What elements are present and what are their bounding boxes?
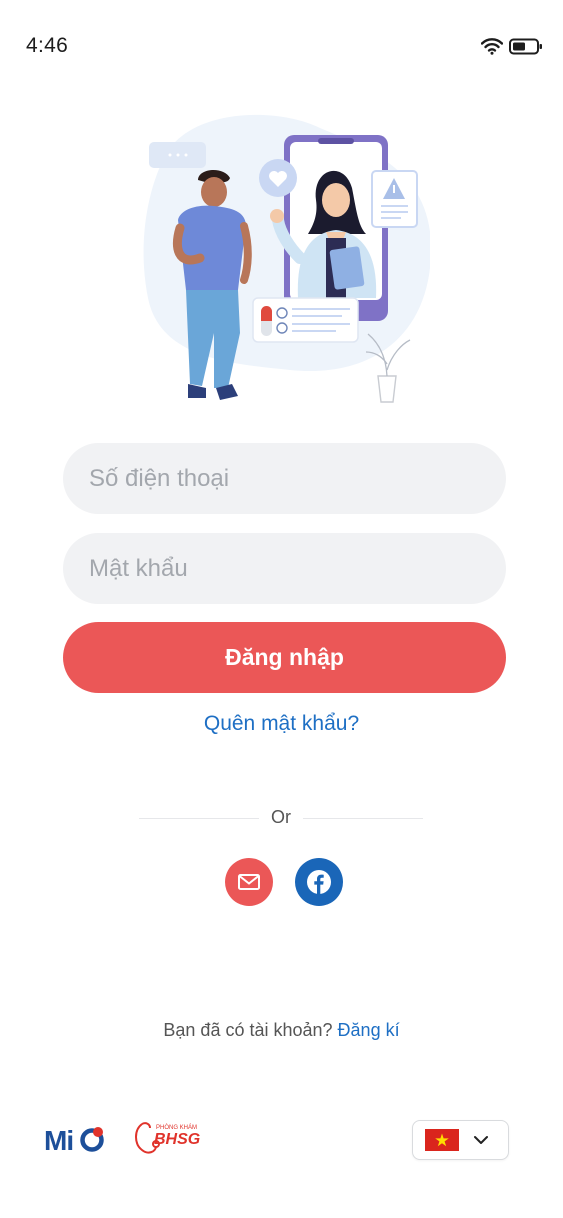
divider-left-line — [139, 818, 259, 819]
forgot-password-link[interactable]: Quên mật khẩu? — [0, 712, 563, 736]
svg-text:Mi: Mi — [44, 1125, 73, 1156]
clipboard — [329, 246, 365, 290]
language-select[interactable] — [412, 1120, 509, 1160]
svg-text:BHSG: BHSG — [154, 1131, 200, 1148]
signup-prompt: Bạn đã có tài khoản? — [163, 1020, 338, 1040]
mio-logo: Mi — [44, 1125, 104, 1156]
signup-row: Bạn đã có tài khoản? Đăng kí — [0, 1020, 563, 1041]
divider-or-label: Or — [271, 807, 291, 827]
battery-icon — [509, 38, 542, 55]
status-time: 4:46 — [26, 34, 69, 57]
facebook-login-button[interactable] — [295, 858, 343, 906]
plant-pot — [377, 375, 397, 403]
password-input[interactable] — [63, 533, 506, 604]
divider-right-line — [303, 818, 423, 819]
signup-link[interactable]: Đăng kí — [338, 1020, 400, 1040]
email-icon — [238, 874, 260, 890]
chevron-down-icon — [474, 1136, 488, 1144]
vietnam-flag-icon — [425, 1129, 459, 1151]
facebook-icon — [307, 870, 331, 894]
svg-text:PHÒNG KHÁM: PHÒNG KHÁM — [156, 1124, 197, 1131]
bhsg-logo: PHÒNG KHÁM BHSG — [135, 1122, 200, 1154]
phone-number-input[interactable] — [63, 443, 506, 514]
status-bar: 4:46 — [0, 0, 563, 92]
telemedicine-illustration — [143, 114, 430, 403]
email-login-button[interactable] — [225, 858, 273, 906]
wifi-icon — [481, 38, 503, 55]
login-button[interactable]: Đăng nhập — [63, 622, 506, 693]
